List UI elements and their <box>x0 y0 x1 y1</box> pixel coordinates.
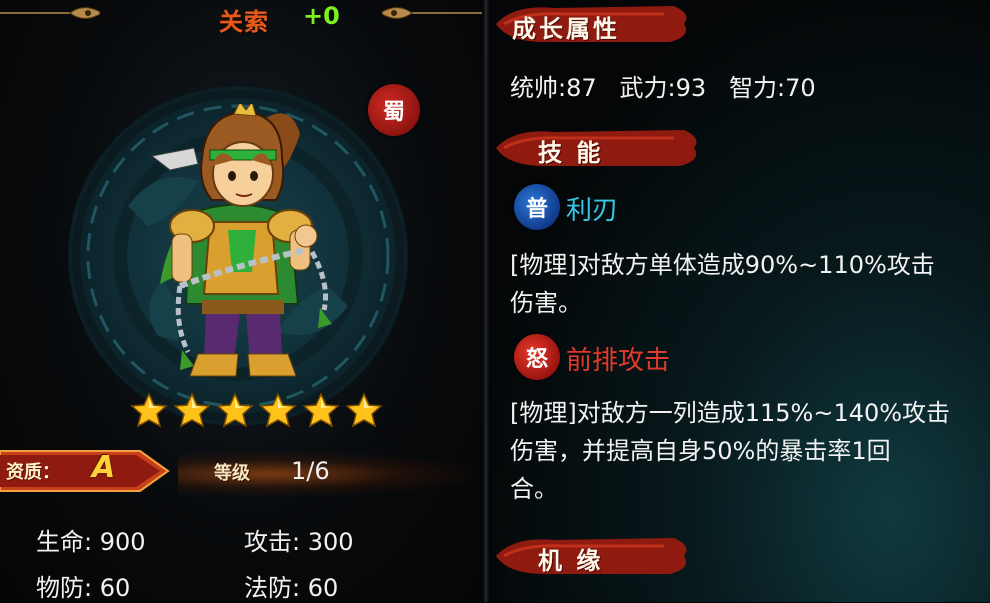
fate-title: 机 缘 <box>538 547 604 575</box>
rage-skill-name[interactable]: 前排攻击 <box>566 340 670 377</box>
left-ornament-icon <box>0 7 101 19</box>
rage-skill-desc-line2: 伤害，并提高自身50%的暴击率1回 <box>510 437 891 465</box>
magic-defense-label: 法防: <box>244 574 301 602</box>
growth-title: 成长属性 <box>512 15 620 43</box>
star-icon <box>345 392 383 428</box>
physical-defense-value: 60 <box>99 574 131 602</box>
rage-skill-desc: [物理]对敌方一列造成115%~140%攻击 伤害，并提高自身50%的暴击率1回… <box>510 394 980 508</box>
attack-label: 攻击: <box>244 528 301 556</box>
physical-defense-label: 物防: <box>36 574 93 602</box>
magic-defense-value: 60 <box>307 574 339 602</box>
rage-skill-desc-line1: [物理]对敌方一列造成115%~140%攻击 <box>510 399 951 427</box>
hp-value: 900 <box>99 528 146 556</box>
panel-divider <box>482 0 490 602</box>
physical-defense-stat: 物防: 60 <box>36 568 130 603</box>
magic-defense-stat: 法防: 60 <box>244 568 338 603</box>
intel-label: 智力: <box>729 74 786 102</box>
force-value: 93 <box>675 74 707 102</box>
rage-skill-desc-line3: 合。 <box>510 475 558 503</box>
force-label: 武力: <box>619 74 676 102</box>
intel-value: 70 <box>785 74 816 102</box>
hp-stat: 生命: 900 <box>36 522 146 557</box>
normal-skill-name[interactable]: 利刃 <box>566 190 618 227</box>
star-icon <box>173 392 211 428</box>
hero-name: 关索 <box>219 8 269 36</box>
rage-skill-icon[interactable]: 怒 <box>514 334 560 380</box>
star-rating <box>130 392 383 428</box>
attack-stat: 攻击: 300 <box>244 522 354 557</box>
command-value: 87 <box>566 74 597 102</box>
star-icon <box>259 392 297 428</box>
command-label: 统帅: <box>510 74 567 102</box>
faction-badge: 蜀 <box>368 84 420 136</box>
hp-label: 生命: <box>36 528 93 556</box>
star-icon <box>130 392 168 428</box>
star-icon <box>216 392 254 428</box>
hero-portrait[interactable] <box>140 104 350 384</box>
right-ornament-icon <box>381 7 482 19</box>
star-icon <box>302 392 340 428</box>
quality-label: 资质： <box>6 462 60 483</box>
level-value: 1/6 <box>291 457 330 485</box>
growth-attributes: 统帅:87 武力:93 智力:70 <box>510 68 816 103</box>
normal-skill-desc: [物理]对敌方单体造成90%~110%攻击 伤害。 <box>510 246 980 322</box>
normal-skill-icon[interactable]: 普 <box>514 184 560 230</box>
quality-grade: A <box>92 450 116 485</box>
normal-skill-desc-line2: 伤害。 <box>510 289 582 317</box>
skills-title: 技 能 <box>538 139 604 167</box>
attack-value: 300 <box>307 528 354 556</box>
level-label: 等级 <box>214 463 250 484</box>
normal-skill-desc-line1: [物理]对敌方单体造成90%~110%攻击 <box>510 251 935 279</box>
enhance-level: +0 <box>303 2 340 30</box>
